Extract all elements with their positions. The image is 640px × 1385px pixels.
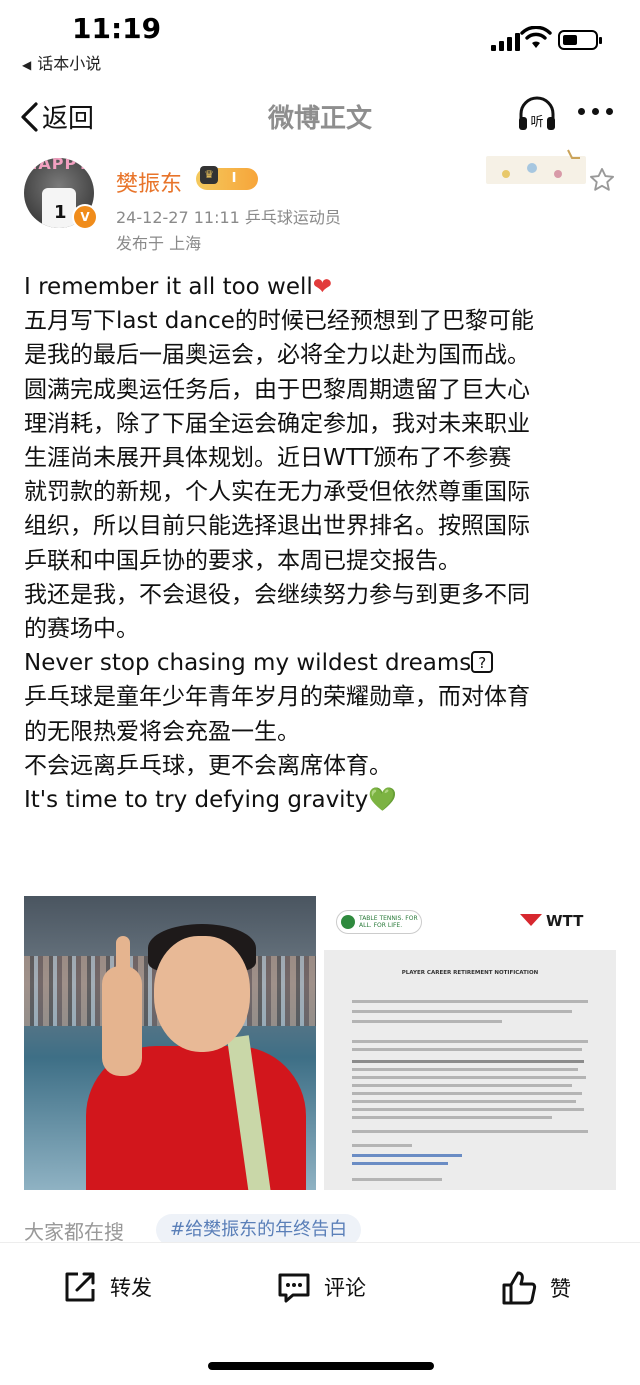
ittf-logo: TABLE TENNIS. FOR ALL. FOR LIFE.: [336, 910, 422, 934]
content-line: 生涯尚未展开具体规划。近日WTT颁布了不参赛: [24, 445, 512, 472]
post-meta: 24-12-27 11:11 乒乓球运动员: [116, 208, 341, 227]
post-photo-player[interactable]: [24, 896, 316, 1190]
comment-button[interactable]: 评论: [276, 1269, 366, 1305]
more-options-icon[interactable]: [578, 108, 613, 115]
post-content: I remember it all too well❤ 五月写下last dan…: [24, 270, 624, 817]
home-indicator[interactable]: [208, 1362, 434, 1370]
repost-icon: [65, 1272, 95, 1302]
thumbs-up-icon: [502, 1271, 537, 1305]
cellular-signal-icon: [491, 33, 520, 51]
level-badge: ♛ I: [196, 166, 258, 190]
decoration-sticker-icon: [486, 149, 586, 184]
post-location: 发布于 上海: [116, 234, 202, 253]
status-bar: 11:19 ◀ 话本小说: [0, 0, 640, 80]
repost-button[interactable]: 转发: [62, 1269, 152, 1305]
trending-tags-row: 大家都在搜 #给樊振东的年终告白: [0, 1212, 640, 1244]
back-to-app-link[interactable]: ◀ 话本小说: [22, 50, 101, 74]
document-title: PLAYER CAREER RETIREMENT NOTIFICATION: [401, 970, 539, 976]
author-name[interactable]: 樊振东: [116, 166, 182, 198]
crown-icon: ♛: [200, 166, 218, 184]
comment-icon: [278, 1273, 310, 1303]
bottom-action-bar: 转发 评论 赞: [0, 1242, 640, 1331]
svg-text:听: 听: [530, 115, 543, 130]
content-line: 是我的最后一届奥运会，必将全力以赴为国而战。: [24, 342, 530, 369]
green-heart-icon: 💚: [368, 787, 397, 814]
wtt-logo: WTT: [520, 912, 583, 930]
listen-headphones-icon[interactable]: 听: [516, 94, 558, 134]
trending-label: 大家都在搜: [24, 1220, 124, 1244]
verified-badge-icon: V: [72, 204, 98, 230]
post-photo-document[interactable]: TABLE TENNIS. FOR ALL. FOR LIFE. WTT PLA…: [324, 896, 616, 1190]
repost-label: 转发: [110, 1276, 152, 1300]
avatar-number: 1: [54, 202, 67, 223]
back-triangle-icon: ◀: [22, 58, 32, 72]
comment-label: 评论: [324, 1276, 366, 1300]
topic-tag[interactable]: #给樊振东的年终告白: [156, 1214, 362, 1244]
content-line: 的无限热爱将会充盈一生。: [24, 718, 300, 745]
red-heart-icon: ❤: [312, 274, 333, 300]
like-label: 赞: [550, 1277, 571, 1301]
post-header: HAPPY 1 V 樊振东 ♛ I 24-12-27 11:11 乒乓球运动员 …: [0, 148, 640, 258]
back-app-label: 话本小说: [37, 54, 102, 73]
content-line: 就罚款的新规，个人实在无力承受但依然尊重国际: [24, 479, 530, 506]
like-button[interactable]: 赞: [500, 1269, 571, 1307]
level-number: I: [231, 171, 237, 186]
content-line: 乒乓球是童年少年青年岁月的荣耀勋章，而对体育: [24, 684, 530, 711]
content-line: 组织，所以目前只能选择退出世界排名。按照国际: [24, 513, 530, 540]
favorite-star-icon[interactable]: [588, 166, 616, 194]
battery-icon: [558, 30, 602, 50]
content-line: 五月写下last dance的时候已经预想到了巴黎可能: [24, 308, 534, 335]
content-line: It's time to try defying gravity💚: [24, 787, 397, 814]
content-line: 的赛场中。: [24, 616, 139, 643]
content-line: 理消耗，除了下届全运会确定参加，我对未来职业: [24, 410, 530, 437]
unknown-emoji-icon: ?: [471, 651, 494, 674]
content-line: Never stop chasing my wildest dreams?: [24, 646, 624, 680]
wifi-icon: [520, 26, 552, 48]
content-line: 乒联和中国乒协的要求，本周已提交报告。: [24, 547, 461, 574]
content-line: I remember it all too well❤: [24, 274, 333, 300]
avatar-happy-text: HAPPY: [24, 158, 90, 173]
nav-bar: 返回 微博正文 听: [0, 80, 640, 148]
content-line: 我还是我，不会退役，会继续努力参与到更多不同: [24, 581, 530, 608]
content-line: 不会远离乒乓球，更不会离席体育。: [24, 752, 392, 779]
status-time: 11:19: [72, 12, 162, 45]
content-line: 圆满完成奥运任务后，由于巴黎周期遗留了巨大心: [24, 376, 530, 403]
